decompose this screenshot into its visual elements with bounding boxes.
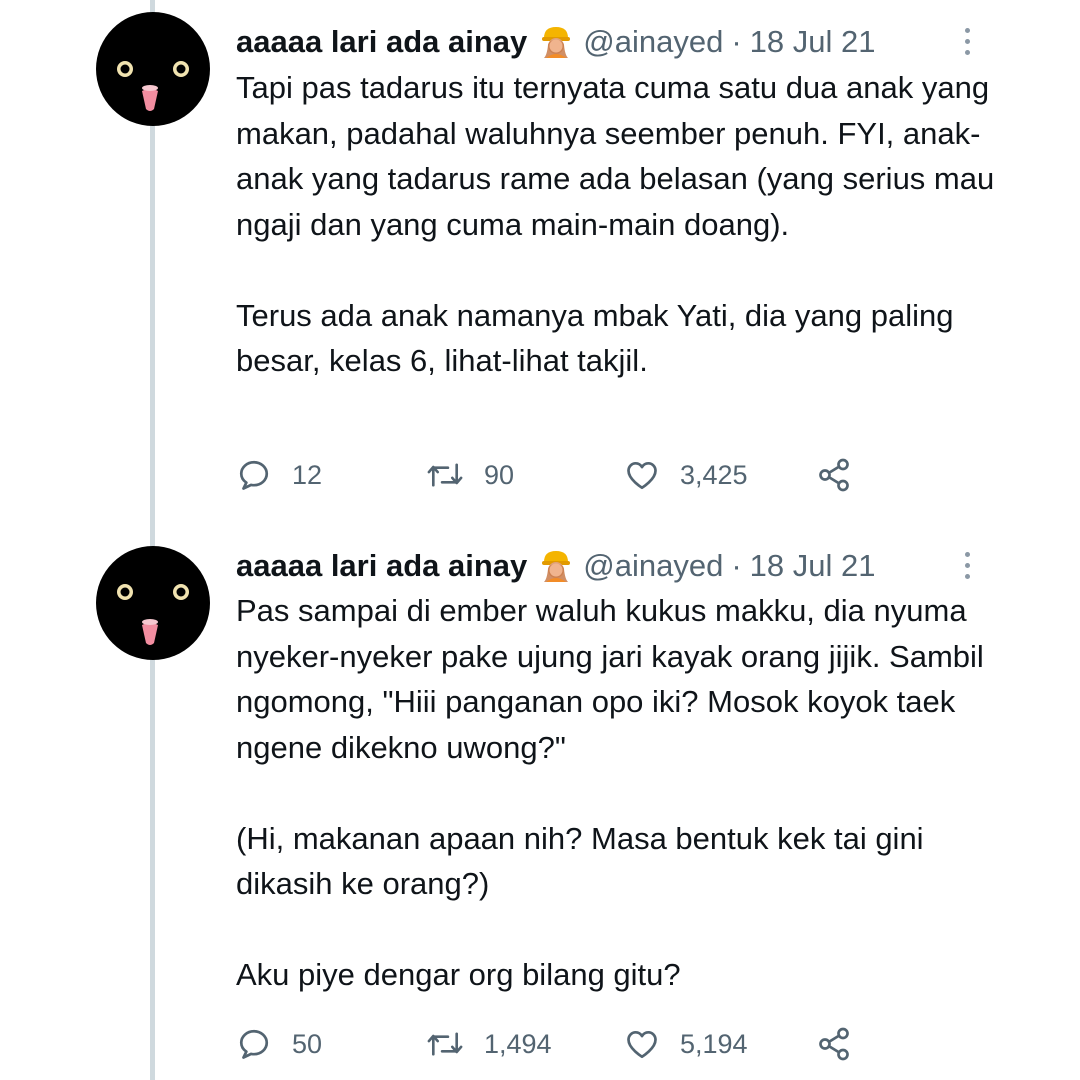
share-icon — [819, 1027, 849, 1061]
heart-icon — [627, 461, 657, 490]
tweet-paragraph: Tapi pas tadarus itu ternyata cuma satu … — [236, 70, 995, 242]
tweet-text: Tapi pas tadarus itu ternyata cuma satu … — [236, 65, 1016, 384]
construction-worker-emoji-icon — [542, 27, 571, 58]
author-handle[interactable]: @ainayed — [583, 548, 723, 584]
reply-count: 12 — [292, 459, 323, 490]
black-face-avatar-icon — [117, 61, 189, 111]
avatar[interactable] — [96, 546, 210, 660]
tweet-actions: 12 90 3,425 — [236, 453, 876, 497]
reply-button[interactable]: 50 — [236, 1022, 322, 1066]
tweet-date[interactable]: 18 Jul 21 — [750, 24, 876, 60]
black-face-avatar-icon — [117, 584, 189, 645]
thread-line — [150, 0, 155, 1080]
retweet-button[interactable]: 90 — [426, 453, 514, 497]
avatar[interactable] — [96, 12, 210, 126]
separator-dot: · — [731, 548, 742, 583]
author-name[interactable]: aaaaa lari ada ainay — [236, 548, 527, 584]
tweet-paragraph: Pas sampai di ember waluh kukus makku, d… — [236, 593, 984, 765]
tweet-paragraph: (Hi, makanan apaan nih? Masa bentuk kek … — [236, 820, 924, 902]
like-count: 3,425 — [680, 459, 748, 490]
tweet-paragraph: Terus ada anak namanya mbak Yati, dia ya… — [236, 297, 954, 379]
like-button[interactable]: 5,194 — [624, 1022, 748, 1066]
reply-icon — [239, 460, 269, 490]
tweet-header: aaaaa lari ada ainay @ainayed · 18 Jul 2… — [236, 546, 875, 586]
retweet-icon — [427, 463, 463, 487]
retweet-button[interactable]: 1,494 — [426, 1022, 552, 1066]
more-vertical-icon[interactable] — [958, 22, 976, 62]
heart-icon — [627, 1030, 657, 1059]
like-button[interactable]: 3,425 — [624, 453, 748, 497]
share-icon — [819, 458, 849, 492]
tweet-actions: 50 1,494 5,194 — [236, 1022, 876, 1066]
construction-worker-emoji-icon — [542, 551, 571, 582]
reply-button[interactable]: 12 — [236, 453, 322, 497]
share-button[interactable] — [816, 1022, 872, 1066]
separator-dot: · — [731, 24, 742, 59]
author-name[interactable]: aaaaa lari ada ainay — [236, 24, 527, 60]
retweet-count: 1,494 — [484, 1028, 552, 1059]
retweet-count: 90 — [484, 459, 515, 490]
tweet-paragraph: Aku piye dengar org bilang gitu? — [236, 957, 681, 992]
tweet-date[interactable]: 18 Jul 21 — [750, 548, 876, 584]
like-count: 5,194 — [680, 1028, 748, 1059]
share-button[interactable] — [816, 453, 872, 497]
reply-count: 50 — [292, 1028, 323, 1059]
tweet-header: aaaaa lari ada ainay @ainayed · 18 Jul 2… — [236, 22, 875, 62]
tweet-text: Pas sampai di ember waluh kukus makku, d… — [236, 588, 1016, 998]
reply-icon — [239, 1029, 269, 1059]
author-handle[interactable]: @ainayed — [583, 24, 723, 60]
more-vertical-icon[interactable] — [958, 546, 976, 586]
retweet-icon — [427, 1032, 463, 1056]
